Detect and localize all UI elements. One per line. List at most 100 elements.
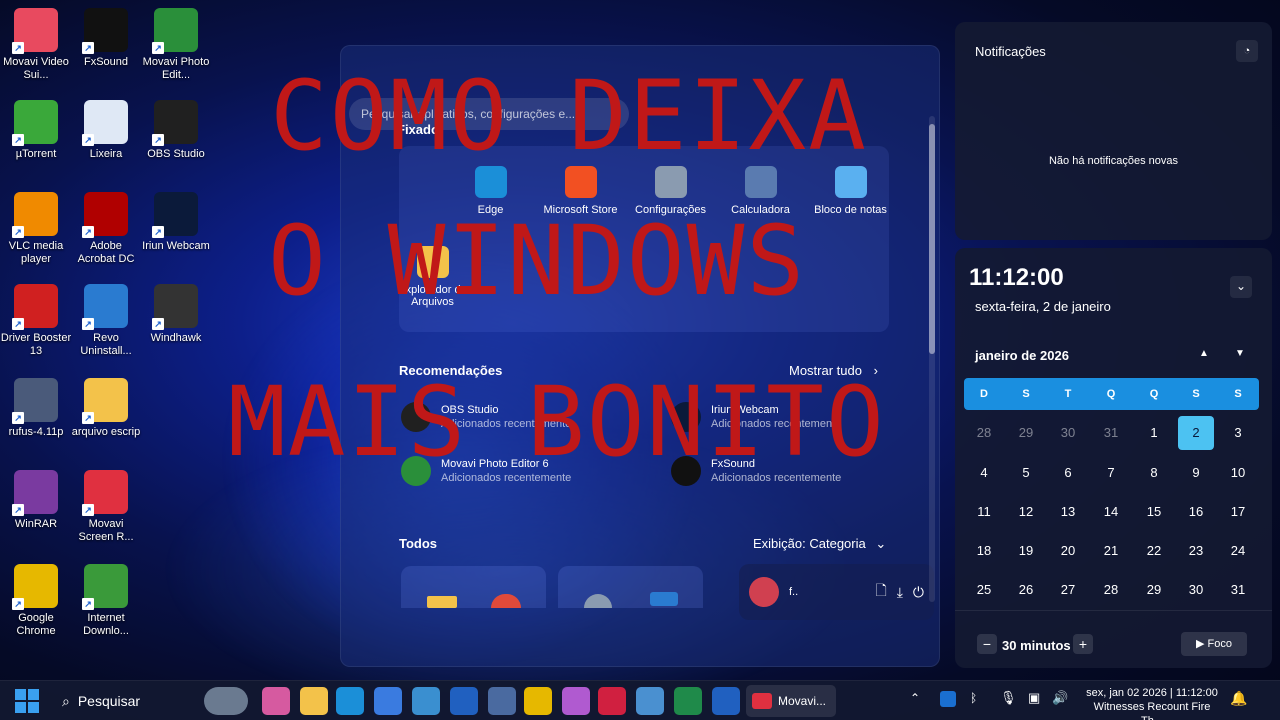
desktop-icon[interactable]: ↗ Movavi Screen R... bbox=[70, 470, 142, 544]
bluetooth-icon[interactable]: ᛒ bbox=[970, 691, 977, 705]
desktop-icon[interactable]: ↗ OBS Studio bbox=[140, 100, 212, 161]
desktop-icon[interactable]: ↗ Windhawk bbox=[140, 284, 212, 345]
calendar-day[interactable]: 28 bbox=[1093, 573, 1129, 607]
desktop-icon[interactable]: ↗ FxSound bbox=[70, 8, 142, 69]
shield-icon[interactable] bbox=[940, 691, 956, 707]
calendar-day[interactable]: 3 bbox=[1220, 416, 1256, 450]
calendar-day[interactable]: 27 bbox=[1050, 573, 1086, 607]
calendar-day[interactable]: 13 bbox=[1050, 495, 1086, 529]
calendar-day[interactable]: 31 bbox=[1093, 416, 1129, 450]
desktop-icon[interactable]: ↗ Internet Downlo... bbox=[70, 564, 142, 638]
edge-icon[interactable] bbox=[336, 687, 364, 715]
calendar-day[interactable]: 26 bbox=[1008, 573, 1044, 607]
calendar-day[interactable]: 5 bbox=[1008, 456, 1044, 490]
pinned-app[interactable]: Configurações bbox=[623, 166, 718, 216]
start-search-input[interactable]: Pesquisar aplicativos, configurações e..… bbox=[349, 98, 629, 130]
folder-icon[interactable] bbox=[300, 687, 328, 715]
chrome-icon[interactable] bbox=[524, 687, 552, 715]
desktop-icon[interactable]: ↗ rufus-4.11p bbox=[0, 378, 72, 439]
calendar-day[interactable]: 29 bbox=[1008, 416, 1044, 450]
desktop-icon[interactable]: ↗ Movavi Photo Edit... bbox=[140, 8, 212, 82]
month-down-icon[interactable]: ▼ bbox=[1235, 348, 1245, 359]
scrollbar-thumb[interactable] bbox=[929, 124, 935, 354]
show-all-button[interactable]: Mostrar tudo › bbox=[789, 363, 878, 378]
do-not-disturb-icon[interactable]: ◔ bbox=[1236, 40, 1258, 62]
focus-button[interactable]: ▶ Foco bbox=[1181, 632, 1247, 656]
defender-icon[interactable] bbox=[450, 687, 478, 715]
taskbar-active-app[interactable]: Movavi... bbox=[746, 685, 836, 717]
focus-increase-button[interactable]: + bbox=[1073, 634, 1093, 654]
pinned-app[interactable]: Explorador de Arquivos bbox=[385, 246, 480, 308]
windows-start-icon[interactable] bbox=[15, 689, 39, 713]
calendar-day[interactable]: 19 bbox=[1008, 534, 1044, 568]
copilot-icon[interactable] bbox=[562, 687, 590, 715]
desktop-icon[interactable]: ↗ Lixeira bbox=[70, 100, 142, 161]
calendar-day[interactable]: 2 bbox=[1178, 416, 1214, 450]
collapse-chevron-icon[interactable]: ⌄ bbox=[1230, 276, 1252, 298]
remote-icon[interactable] bbox=[488, 687, 516, 715]
desktop-icon[interactable]: ↗ Driver Booster 13 bbox=[0, 284, 72, 358]
calendar-day[interactable]: 16 bbox=[1178, 495, 1214, 529]
desktop-icon[interactable]: ↗ WinRAR bbox=[0, 470, 72, 531]
power-icon[interactable]: ⏻ bbox=[913, 584, 924, 601]
word-icon[interactable] bbox=[712, 687, 740, 715]
store-icon[interactable] bbox=[374, 687, 402, 715]
calendar-day[interactable]: 23 bbox=[1178, 534, 1214, 568]
document-icon[interactable]: 🗋 bbox=[875, 580, 886, 604]
desktop-icon[interactable]: ↗ µTorrent bbox=[0, 100, 72, 161]
pinned-app[interactable]: Bloco de notas bbox=[803, 166, 898, 216]
calendar-day[interactable]: 20 bbox=[1050, 534, 1086, 568]
photos-icon[interactable] bbox=[412, 687, 440, 715]
desktop-icon[interactable]: ↗ Revo Uninstall... bbox=[70, 284, 142, 358]
chevron-up-icon[interactable]: ⌃ bbox=[910, 691, 920, 705]
calendar-day[interactable]: 15 bbox=[1136, 495, 1172, 529]
notepad-icon[interactable] bbox=[636, 687, 664, 715]
recommendation-item[interactable]: Iriun Webcam Adicionados recentemente bbox=[671, 402, 841, 432]
network-icon[interactable]: ▣ bbox=[1028, 690, 1040, 706]
pinned-app[interactable]: Microsoft Store bbox=[533, 166, 628, 216]
avatar[interactable] bbox=[749, 577, 779, 607]
desktop-icon[interactable]: ↗ Iriun Webcam bbox=[140, 192, 212, 253]
calendar-day[interactable]: 12 bbox=[1008, 495, 1044, 529]
volume-icon[interactable]: 🔊 bbox=[1052, 690, 1068, 706]
calendar-day[interactable]: 18 bbox=[966, 534, 1002, 568]
m365-icon[interactable] bbox=[262, 687, 290, 715]
calendar-day[interactable]: 9 bbox=[1178, 456, 1214, 490]
calendar-day[interactable]: 10 bbox=[1220, 456, 1256, 490]
calendar-day[interactable]: 14 bbox=[1093, 495, 1129, 529]
calendar-day[interactable]: 8 bbox=[1136, 456, 1172, 490]
calendar-day[interactable]: 24 bbox=[1220, 534, 1256, 568]
calendar-day[interactable]: 11 bbox=[966, 495, 1002, 529]
calendar-day[interactable]: 6 bbox=[1050, 456, 1086, 490]
recommendation-item[interactable]: Movavi Photo Editor 6 Adicionados recente… bbox=[401, 456, 571, 486]
calendar-day[interactable]: 25 bbox=[966, 573, 1002, 607]
recommendation-item[interactable]: OBS Studio Adicionados recentemente bbox=[401, 402, 571, 432]
desktop-icon[interactable]: ↗ VLC media player bbox=[0, 192, 72, 266]
desktop-icon[interactable]: ↗ Adobe Acrobat DC bbox=[70, 192, 142, 266]
desktop-icon[interactable]: ↗ Google Chrome bbox=[0, 564, 72, 638]
weather-icon[interactable] bbox=[204, 687, 248, 715]
pdf-icon[interactable] bbox=[598, 687, 626, 715]
view-category-dropdown[interactable]: Exibição: Categoria ⌄ bbox=[753, 536, 886, 552]
taskbar-clock[interactable]: sex, jan 02 2026 | 11:12:00 Witnesses Re… bbox=[1082, 686, 1222, 720]
calendar-day[interactable]: 30 bbox=[1178, 573, 1214, 607]
calendar-day[interactable]: 1 bbox=[1136, 416, 1172, 450]
desktop-icon[interactable]: ↗ arquivo escrip bbox=[70, 378, 142, 439]
calendar-day[interactable]: 17 bbox=[1220, 495, 1256, 529]
calendar-day[interactable]: 7 bbox=[1093, 456, 1129, 490]
calendar-day[interactable]: 30 bbox=[1050, 416, 1086, 450]
calendar-day[interactable]: 31 bbox=[1220, 573, 1256, 607]
recommendation-item[interactable]: FxSound Adicionados recentemente bbox=[671, 456, 841, 486]
pinned-app[interactable]: Edge bbox=[443, 166, 538, 216]
download-icon[interactable]: ⤓ bbox=[897, 584, 903, 601]
calendar-day[interactable]: 29 bbox=[1136, 573, 1172, 607]
bell-icon[interactable]: 🔔 bbox=[1230, 690, 1247, 707]
microphone-icon[interactable]: 🎙 bbox=[1000, 690, 1017, 706]
category-card[interactable] bbox=[558, 566, 703, 608]
calendar-day[interactable]: 22 bbox=[1136, 534, 1172, 568]
scrollbar[interactable] bbox=[929, 116, 935, 602]
excel-icon[interactable] bbox=[674, 687, 702, 715]
focus-decrease-button[interactable]: − bbox=[977, 634, 997, 654]
pinned-app[interactable]: Calculadora bbox=[713, 166, 808, 216]
month-up-icon[interactable]: ▲ bbox=[1199, 348, 1209, 359]
